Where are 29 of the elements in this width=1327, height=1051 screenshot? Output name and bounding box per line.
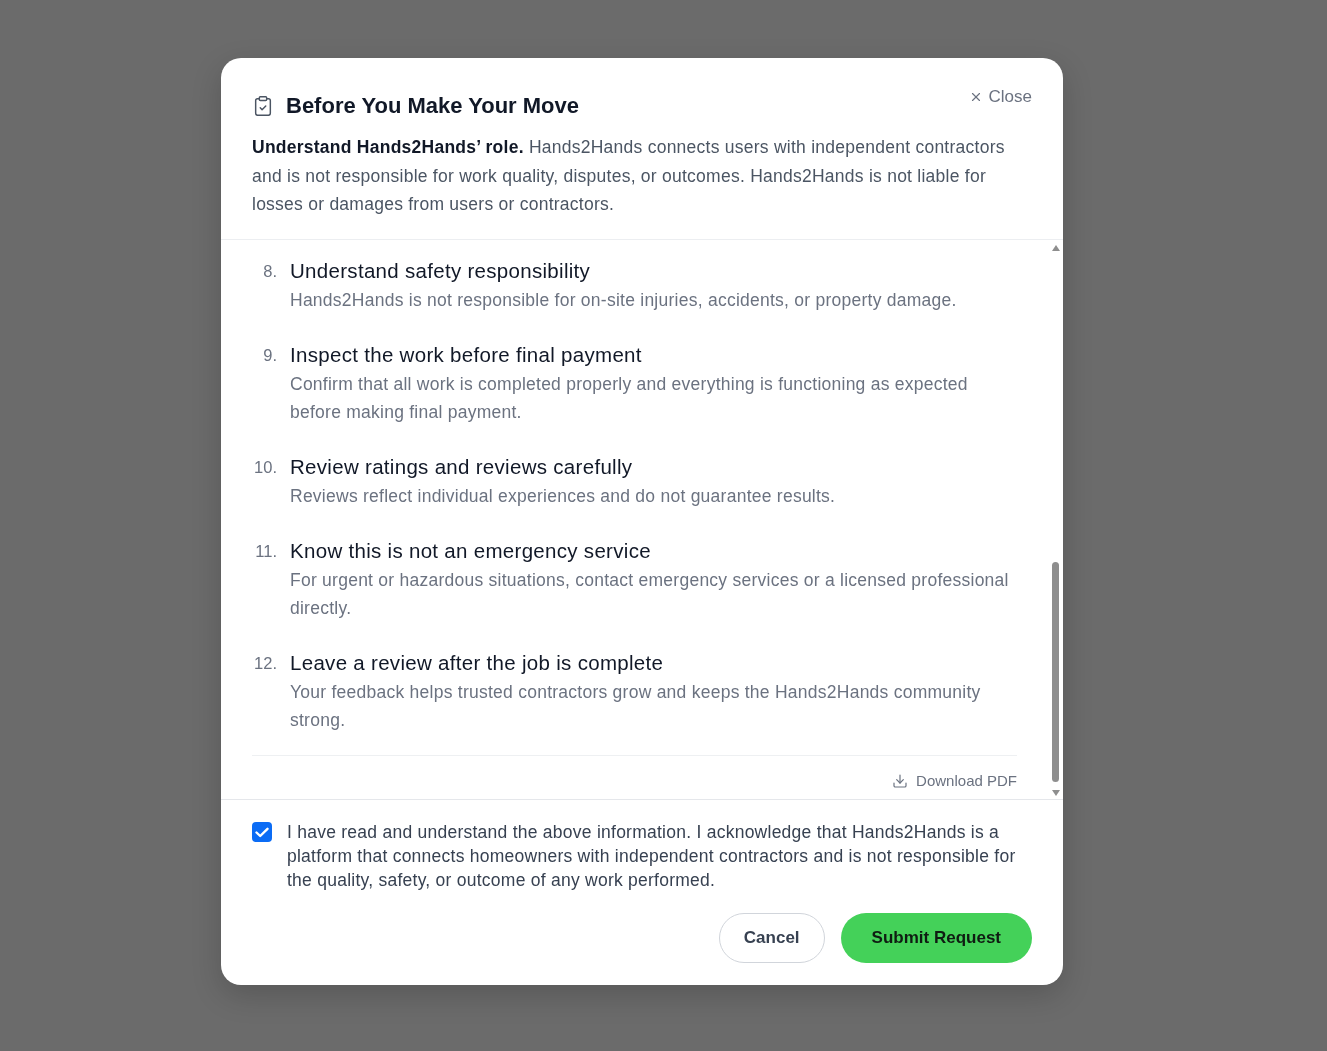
step-title: Leave a review after the job is complete [290, 649, 665, 676]
scrollbar-thumb[interactable] [1052, 562, 1059, 782]
checkbox[interactable] [252, 822, 272, 842]
step-number: 11. [255, 540, 277, 562]
acknowledgement-text: I have read and understand the above information. I acknowledge that Hands2Hands is a platform that connects homeowners with independent contractors and is not responsible for the quality, safety, or outcome of any work performed. [287, 821, 1017, 892]
download-icon [892, 772, 909, 789]
cancel-button[interactable]: Cancel [718, 913, 825, 963]
step-title: Inspect the work before final payment [290, 341, 643, 368]
clipboard-check-icon [252, 95, 274, 117]
step-description: Reviews reflect individual experiences and do not guarantee results. [290, 484, 837, 508]
dialog-title: Before You Make Your Move [286, 92, 579, 120]
step-description: Confirm that all work is completed properly and everything is functioning as expected before making final payment. [290, 372, 969, 424]
step-description: Hands2Hands is not responsible for on-site injuries, accidents, or property damage. [290, 288, 958, 312]
intro-paragraph: Understand Hands2Hands’ role. Hands2Hands connects users with independent contractors and is not responsible for work quality, disputes, or outcomes. Hands2Hands is not liable for losses or damages from users or contractors. [252, 136, 1006, 216]
download-pdf-link[interactable]: Download PDF [892, 767, 1017, 794]
step-number: 8. [263, 260, 277, 282]
close-button[interactable]: Close [968, 85, 1032, 109]
step-number: 10. [254, 456, 277, 478]
step-title: Understand safety responsibility [290, 257, 592, 284]
step-description: For urgent or hazardous situations, contact emergency services or a licensed professional directly. [290, 568, 1010, 620]
scroll-up-icon[interactable] [1051, 244, 1060, 251]
step-description: Your feedback helps trusted contractors grow and keeps the Hands2Hands community strong. [290, 680, 982, 732]
checkmark-icon [255, 826, 269, 838]
step-number: 12. [254, 652, 277, 674]
submit-request-button[interactable]: Submit Request [840, 913, 1032, 963]
step-title: Know this is not an emergency service [290, 537, 652, 564]
step-number: 9. [263, 344, 277, 366]
scroll-down-icon[interactable] [1051, 790, 1060, 796]
step-title: Review ratings and reviews carefully [290, 453, 634, 480]
